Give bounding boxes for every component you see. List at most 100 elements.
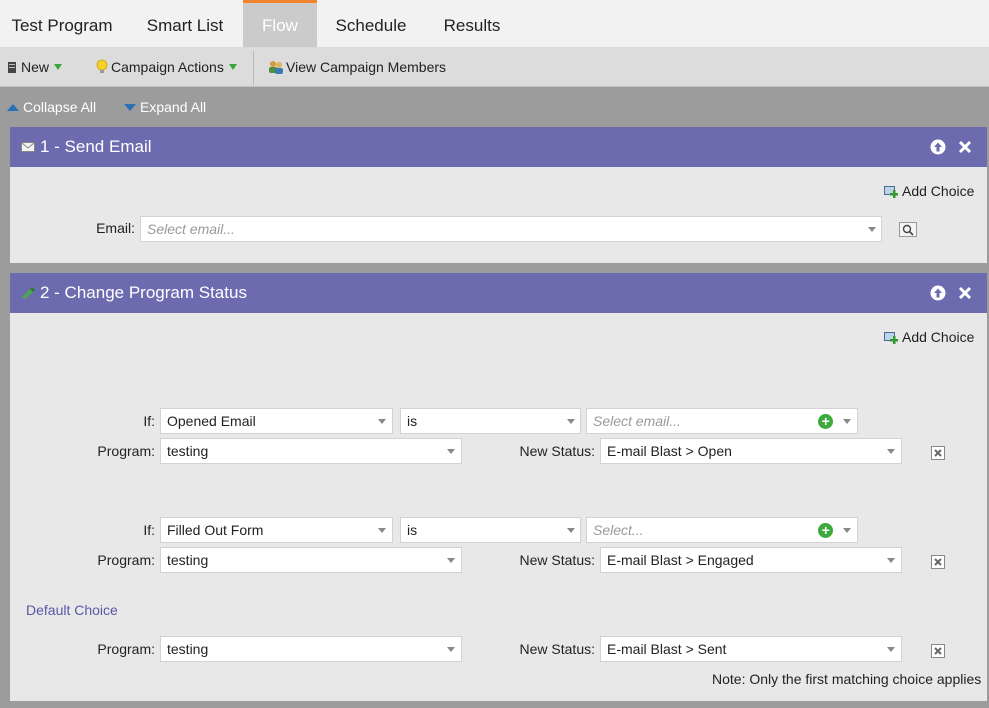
tab-test-program[interactable]: Test Program xyxy=(0,0,124,47)
dropdown-arrow-icon xyxy=(54,64,63,70)
operator-select[interactable]: is xyxy=(400,408,581,434)
new-status-value: E-mail Blast > Sent xyxy=(607,641,727,657)
remove-choice-icon[interactable] xyxy=(931,555,945,569)
toolbar-divider xyxy=(253,51,254,85)
collapse-arrow-icon xyxy=(7,104,19,111)
chevron-down-icon xyxy=(567,419,575,424)
add-choice-label: Add Choice xyxy=(902,183,975,199)
email-label: Email: xyxy=(96,220,135,236)
move-up-icon[interactable] xyxy=(930,285,946,301)
flow-step-change-program-status: 2 - Change Program Status Add Choice If:… xyxy=(10,273,987,701)
tab-flow[interactable]: Flow xyxy=(243,0,317,47)
campaign-actions-button[interactable]: Campaign Actions xyxy=(96,47,237,87)
chevron-down-icon xyxy=(447,449,455,454)
expand-all-button[interactable]: Expand All xyxy=(124,88,206,126)
flow-step-title: 1 - Send Email xyxy=(40,137,152,156)
remove-choice-icon[interactable] xyxy=(931,446,945,460)
operator-value: is xyxy=(407,413,418,429)
tab-smart-list[interactable]: Smart List xyxy=(128,0,242,47)
tab-schedule[interactable]: Schedule xyxy=(322,0,420,47)
new-status-select[interactable]: E-mail Blast > Open xyxy=(600,438,902,464)
operator-value: is xyxy=(407,522,418,538)
if-label: If: xyxy=(143,413,155,429)
chevron-down-icon xyxy=(447,558,455,563)
new-status-label: New Status: xyxy=(519,641,595,657)
document-icon xyxy=(8,62,16,73)
chevron-down-icon xyxy=(843,528,851,533)
target-placeholder: Select... xyxy=(593,522,644,538)
chevron-down-icon xyxy=(447,647,455,652)
lightbulb-icon xyxy=(96,59,108,73)
expand-arrow-icon xyxy=(124,104,136,111)
chevron-down-icon xyxy=(887,449,895,454)
add-choice-icon xyxy=(884,332,898,344)
default-choice-link[interactable]: Default Choice xyxy=(26,602,118,618)
collapse-all-label: Collapse All xyxy=(23,99,97,115)
add-icon[interactable]: + xyxy=(818,414,833,429)
program-value: testing xyxy=(167,552,209,568)
default-program-select[interactable]: testing xyxy=(160,636,462,662)
delete-step-icon[interactable] xyxy=(957,139,973,155)
email-preview-icon[interactable] xyxy=(899,222,917,237)
move-up-icon[interactable] xyxy=(930,139,946,155)
email-icon xyxy=(21,142,35,152)
delete-step-icon[interactable] xyxy=(957,285,973,301)
expand-collapse-bar: Collapse All Expand All xyxy=(0,88,989,126)
trigger-value: Filled Out Form xyxy=(167,522,264,538)
new-status-label: New Status: xyxy=(519,552,595,568)
chevron-down-icon xyxy=(887,558,895,563)
toolbar: New Campaign Actions View Campaign Membe… xyxy=(0,47,989,87)
program-value: testing xyxy=(167,443,209,459)
operator-select[interactable]: is xyxy=(400,517,581,543)
trigger-select[interactable]: Filled Out Form xyxy=(160,517,393,543)
add-choice-button[interactable]: Add Choice xyxy=(884,183,974,199)
matching-note: Note: Only the first matching choice app… xyxy=(712,671,982,687)
change-status-icon xyxy=(22,287,35,299)
default-new-status-select[interactable]: E-mail Blast > Sent xyxy=(600,636,902,662)
flow-step-header: 2 - Change Program Status xyxy=(10,273,987,313)
new-status-select[interactable]: E-mail Blast > Engaged xyxy=(600,547,902,573)
add-choice-icon xyxy=(884,186,898,198)
target-select[interactable]: Select... + xyxy=(586,517,858,543)
new-button[interactable]: New xyxy=(7,47,63,87)
people-icon xyxy=(269,61,283,74)
collapse-all-button[interactable]: Collapse All xyxy=(7,88,96,126)
new-label: New xyxy=(21,59,50,75)
target-email-select[interactable]: Select email... + xyxy=(586,408,858,434)
chevron-down-icon xyxy=(378,528,386,533)
tab-bar: Test Program Smart List Flow Schedule Re… xyxy=(0,0,989,47)
add-choice-button[interactable]: Add Choice xyxy=(884,329,974,345)
flow-step-title: 2 - Change Program Status xyxy=(40,283,247,302)
program-select[interactable]: testing xyxy=(160,547,462,573)
add-icon[interactable]: + xyxy=(818,523,833,538)
chevron-down-icon xyxy=(868,227,876,232)
dropdown-arrow-icon xyxy=(228,64,237,70)
new-status-label: New Status: xyxy=(519,443,595,459)
expand-all-label: Expand All xyxy=(140,99,207,115)
target-placeholder: Select email... xyxy=(593,413,681,429)
chevron-down-icon xyxy=(378,419,386,424)
view-campaign-members-button[interactable]: View Campaign Members xyxy=(267,47,446,87)
flow-step-send-email: 1 - Send Email Add Choice Email: Select … xyxy=(10,127,987,263)
if-label: If: xyxy=(143,522,155,538)
new-status-value: E-mail Blast > Engaged xyxy=(607,552,754,568)
campaign-actions-label: Campaign Actions xyxy=(111,59,224,75)
trigger-value: Opened Email xyxy=(167,413,256,429)
add-choice-label: Add Choice xyxy=(902,329,975,345)
new-status-value: E-mail Blast > Open xyxy=(607,443,732,459)
program-label: Program: xyxy=(97,443,155,459)
flow-step-header: 1 - Send Email xyxy=(10,127,987,167)
chevron-down-icon xyxy=(887,647,895,652)
program-select[interactable]: testing xyxy=(160,438,462,464)
chevron-down-icon xyxy=(567,528,575,533)
program-label: Program: xyxy=(97,552,155,568)
program-value: testing xyxy=(167,641,209,657)
program-label: Program: xyxy=(97,641,155,657)
trigger-select[interactable]: Opened Email xyxy=(160,408,393,434)
email-select-placeholder: Select email... xyxy=(147,221,235,237)
chevron-down-icon xyxy=(843,419,851,424)
tab-results[interactable]: Results xyxy=(432,0,512,47)
view-campaign-members-label: View Campaign Members xyxy=(286,59,447,75)
remove-choice-icon[interactable] xyxy=(931,644,945,658)
email-select[interactable]: Select email... xyxy=(140,216,882,242)
